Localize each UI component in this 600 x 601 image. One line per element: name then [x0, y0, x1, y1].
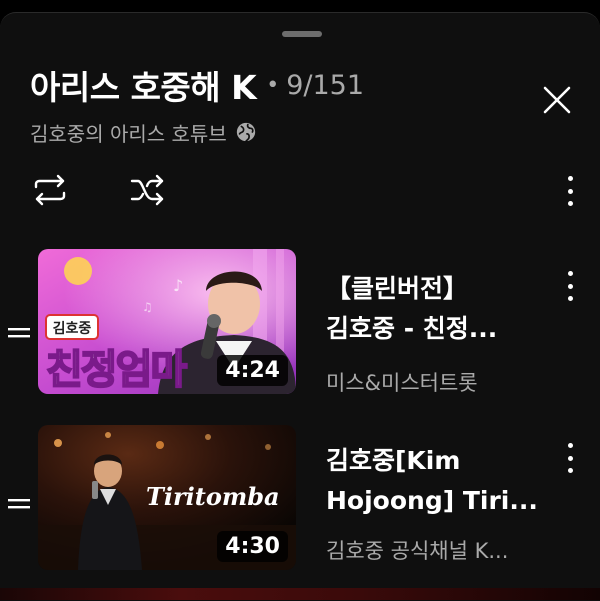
video-thumbnail[interactable]: Tiritomba 4:30 — [38, 425, 296, 570]
video-title-line1: 김호중[Kim — [326, 446, 461, 475]
more-vert-icon[interactable] — [564, 176, 576, 206]
video-title[interactable]: 【클린버전】 김호중 - 친정... — [326, 269, 551, 349]
svg-text:♫: ♫ — [142, 300, 153, 314]
video-title-line2: Hojoong] Tiri... — [326, 486, 538, 515]
video-title[interactable]: 김호중[Kim Hojoong] Tiri... — [326, 441, 551, 521]
drag-handle-icon[interactable] — [8, 497, 30, 511]
drag-handle-icon[interactable] — [8, 326, 30, 340]
video-thumbnail[interactable]: ♪ ♫ 김호중 친정엄마 4:24 — [38, 249, 296, 394]
video-channel: 미스&미스터트롯 — [326, 371, 478, 395]
shuffle-icon[interactable] — [128, 170, 168, 210]
thumbnail-caption: 친정엄마 — [46, 347, 187, 393]
more-vert-icon[interactable] — [564, 271, 576, 301]
sheet-drag-handle[interactable] — [282, 31, 322, 37]
playlist-channel-row: 김호중의 아리스 호튜브 — [30, 116, 257, 148]
loop-icon[interactable] — [30, 170, 70, 210]
video-title-line1: 【클린버전】 — [326, 274, 469, 303]
svg-text:♪: ♪ — [173, 276, 183, 295]
playlist-position: 9/151 — [286, 69, 365, 101]
globe-icon — [236, 122, 255, 142]
title-separator: • — [266, 72, 280, 98]
mini-player-strip — [0, 588, 600, 600]
list-item[interactable]: ♪ ♫ 김호중 친정엄마 4:24 【클린버전】 김호중 - 친정... 미스&… — [0, 249, 600, 399]
close-icon[interactable] — [540, 83, 574, 117]
thumbnail-caption: Tiritomba — [146, 482, 280, 511]
more-vert-icon[interactable] — [564, 443, 576, 473]
list-item[interactable]: Tiritomba 4:30 김호중[Kim Hojoong] Tiri... … — [0, 421, 600, 571]
thumbnail-badge: 김호중 — [53, 320, 92, 337]
video-channel: 김호중 공식채널 K... — [326, 539, 509, 563]
video-duration: 4:30 — [217, 531, 288, 562]
playlist-title: 아리스 호중해 K — [30, 68, 257, 107]
video-duration: 4:24 — [217, 355, 288, 386]
playlist-panel: 아리스 호중해 K • 9/151 김호중의 아리스 호튜브 ♪ ♫ 김호중 친… — [0, 12, 600, 601]
video-title-line2: 김호중 - 친정... — [326, 314, 498, 343]
playlist-channel[interactable]: 김호중의 아리스 호튜브 — [30, 118, 227, 147]
playlist-header: 아리스 호중해 K • 9/151 — [30, 60, 364, 110]
